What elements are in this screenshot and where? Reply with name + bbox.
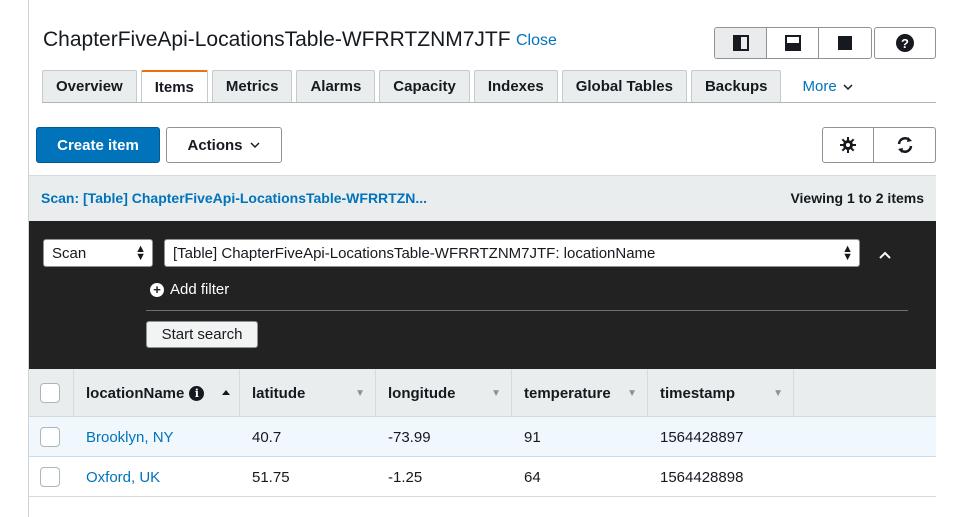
table-index-select[interactable]: [Table] ChapterFiveApi-LocationsTable-WF… [164,239,860,267]
layout-full-icon [838,36,852,50]
select-all-cell [29,369,74,417]
start-search-button[interactable]: Start search [146,321,258,348]
actions-dropdown[interactable]: Actions [166,127,282,163]
cell-longitude: -73.99 [388,428,431,446]
column-header-longitude[interactable]: longitude ▼ [376,369,512,417]
settings-button[interactable] [822,127,874,163]
layout-full-button[interactable] [819,28,871,58]
layout-toggle-group [714,27,872,59]
sort-ascending-icon [222,390,230,395]
column-label: temperature [524,384,611,402]
scan-info-bar: Scan: [Table] ChapterFiveApi-LocationsTa… [29,175,936,221]
table-header: locationName i latitude ▼ longitude ▼ te… [29,369,936,417]
scan-mode-select[interactable]: Scan ▲ ▼ [43,239,153,267]
table-title: ChapterFiveApi-LocationsTable-WFRRTZNM7J… [43,28,511,51]
filter-panel: Scan ▲ ▼ [Table] ChapterFiveApi-Locations… [29,221,936,369]
column-label: latitude [252,384,306,402]
layout-split-vertical-icon [732,35,749,51]
tab-capacity[interactable]: Capacity [379,70,470,103]
row-checkbox-cell [40,457,60,497]
table-index-value: [Table] ChapterFiveApi-LocationsTable-WF… [173,244,656,262]
help-icon: ? [896,34,914,52]
layout-split-vertical-button[interactable] [715,28,767,58]
close-link[interactable]: Close [516,32,557,50]
column-header-latitude[interactable]: latitude ▼ [240,369,376,417]
column-label: longitude [388,384,456,402]
sort-caret-icon: ▼ [491,387,501,399]
chevron-down-icon [843,83,853,90]
cell-timestamp: 1564428897 [660,428,744,446]
scan-mode-value: Scan [52,244,87,262]
column-header-locationname[interactable]: locationName i [74,369,240,417]
column-label: timestamp [660,384,736,402]
cell-temperature: 64 [524,468,541,486]
row-checkbox[interactable] [40,467,60,487]
create-item-button[interactable]: Create item [36,127,160,163]
actions-label: Actions [187,136,243,154]
tab-backups[interactable]: Backups [690,70,782,103]
chevron-down-icon [249,142,260,149]
tab-global-tables[interactable]: Global Tables [561,70,687,103]
sort-caret-icon: ▼ [355,387,365,399]
cell-timestamp: 1564428898 [660,468,744,486]
select-caret-icon: ▲ ▼ [842,243,853,263]
sort-caret-icon: ▼ [627,387,637,399]
tab-items[interactable]: Items [140,70,208,103]
chevron-up-icon[interactable] [877,247,893,263]
refresh-icon [897,137,912,153]
filter-divider [146,310,908,311]
info-icon[interactable]: i [189,385,205,401]
column-header-timestamp[interactable]: timestamp ▼ [648,369,794,417]
add-filter-link[interactable]: + Add filter [150,281,229,298]
sort-caret-icon: ▼ [773,387,783,399]
tabs-divider [42,102,936,103]
tab-alarms[interactable]: Alarms [296,70,376,103]
tab-more[interactable]: More [789,70,866,103]
viewing-count: Viewing 1 to 2 items [790,190,924,206]
help-button[interactable]: ? [874,27,936,59]
tab-indexes[interactable]: Indexes [473,70,558,103]
column-header-temperature[interactable]: temperature ▼ [512,369,648,417]
refresh-button[interactable] [873,127,936,163]
cell-longitude: -1.25 [388,468,423,486]
tab-overview[interactable]: Overview [42,70,137,103]
row-checkbox-cell [40,417,60,457]
cell-locationname[interactable]: Oxford, UK [86,457,160,497]
cell-locationname[interactable]: Brooklyn, NY [86,417,174,457]
table-row[interactable]: Brooklyn, NY 40.7 -73.99 91 1564428897 [29,417,936,457]
row-checkbox[interactable] [40,427,60,447]
tab-bar: Overview Items Metrics Alarms Capacity I… [42,70,871,103]
tab-more-label: More [802,78,837,95]
add-filter-label: Add filter [170,281,230,298]
cell-latitude: 40.7 [252,428,282,446]
gear-icon [840,137,856,153]
layout-split-horizontal-icon [784,35,801,51]
scan-title: Scan: [Table] ChapterFiveApi-LocationsTa… [41,190,428,206]
cell-temperature: 91 [524,428,541,446]
column-label: locationName [86,384,185,402]
layout-split-horizontal-button[interactable] [767,28,819,58]
plus-circle-icon: + [150,282,164,297]
select-caret-icon: ▲ ▼ [135,243,146,263]
tab-metrics[interactable]: Metrics [211,70,293,103]
cell-latitude: 51.75 [252,468,290,486]
select-all-checkbox[interactable] [40,383,60,403]
table-row[interactable]: Oxford, UK 51.75 -1.25 64 1564428898 [29,457,936,497]
